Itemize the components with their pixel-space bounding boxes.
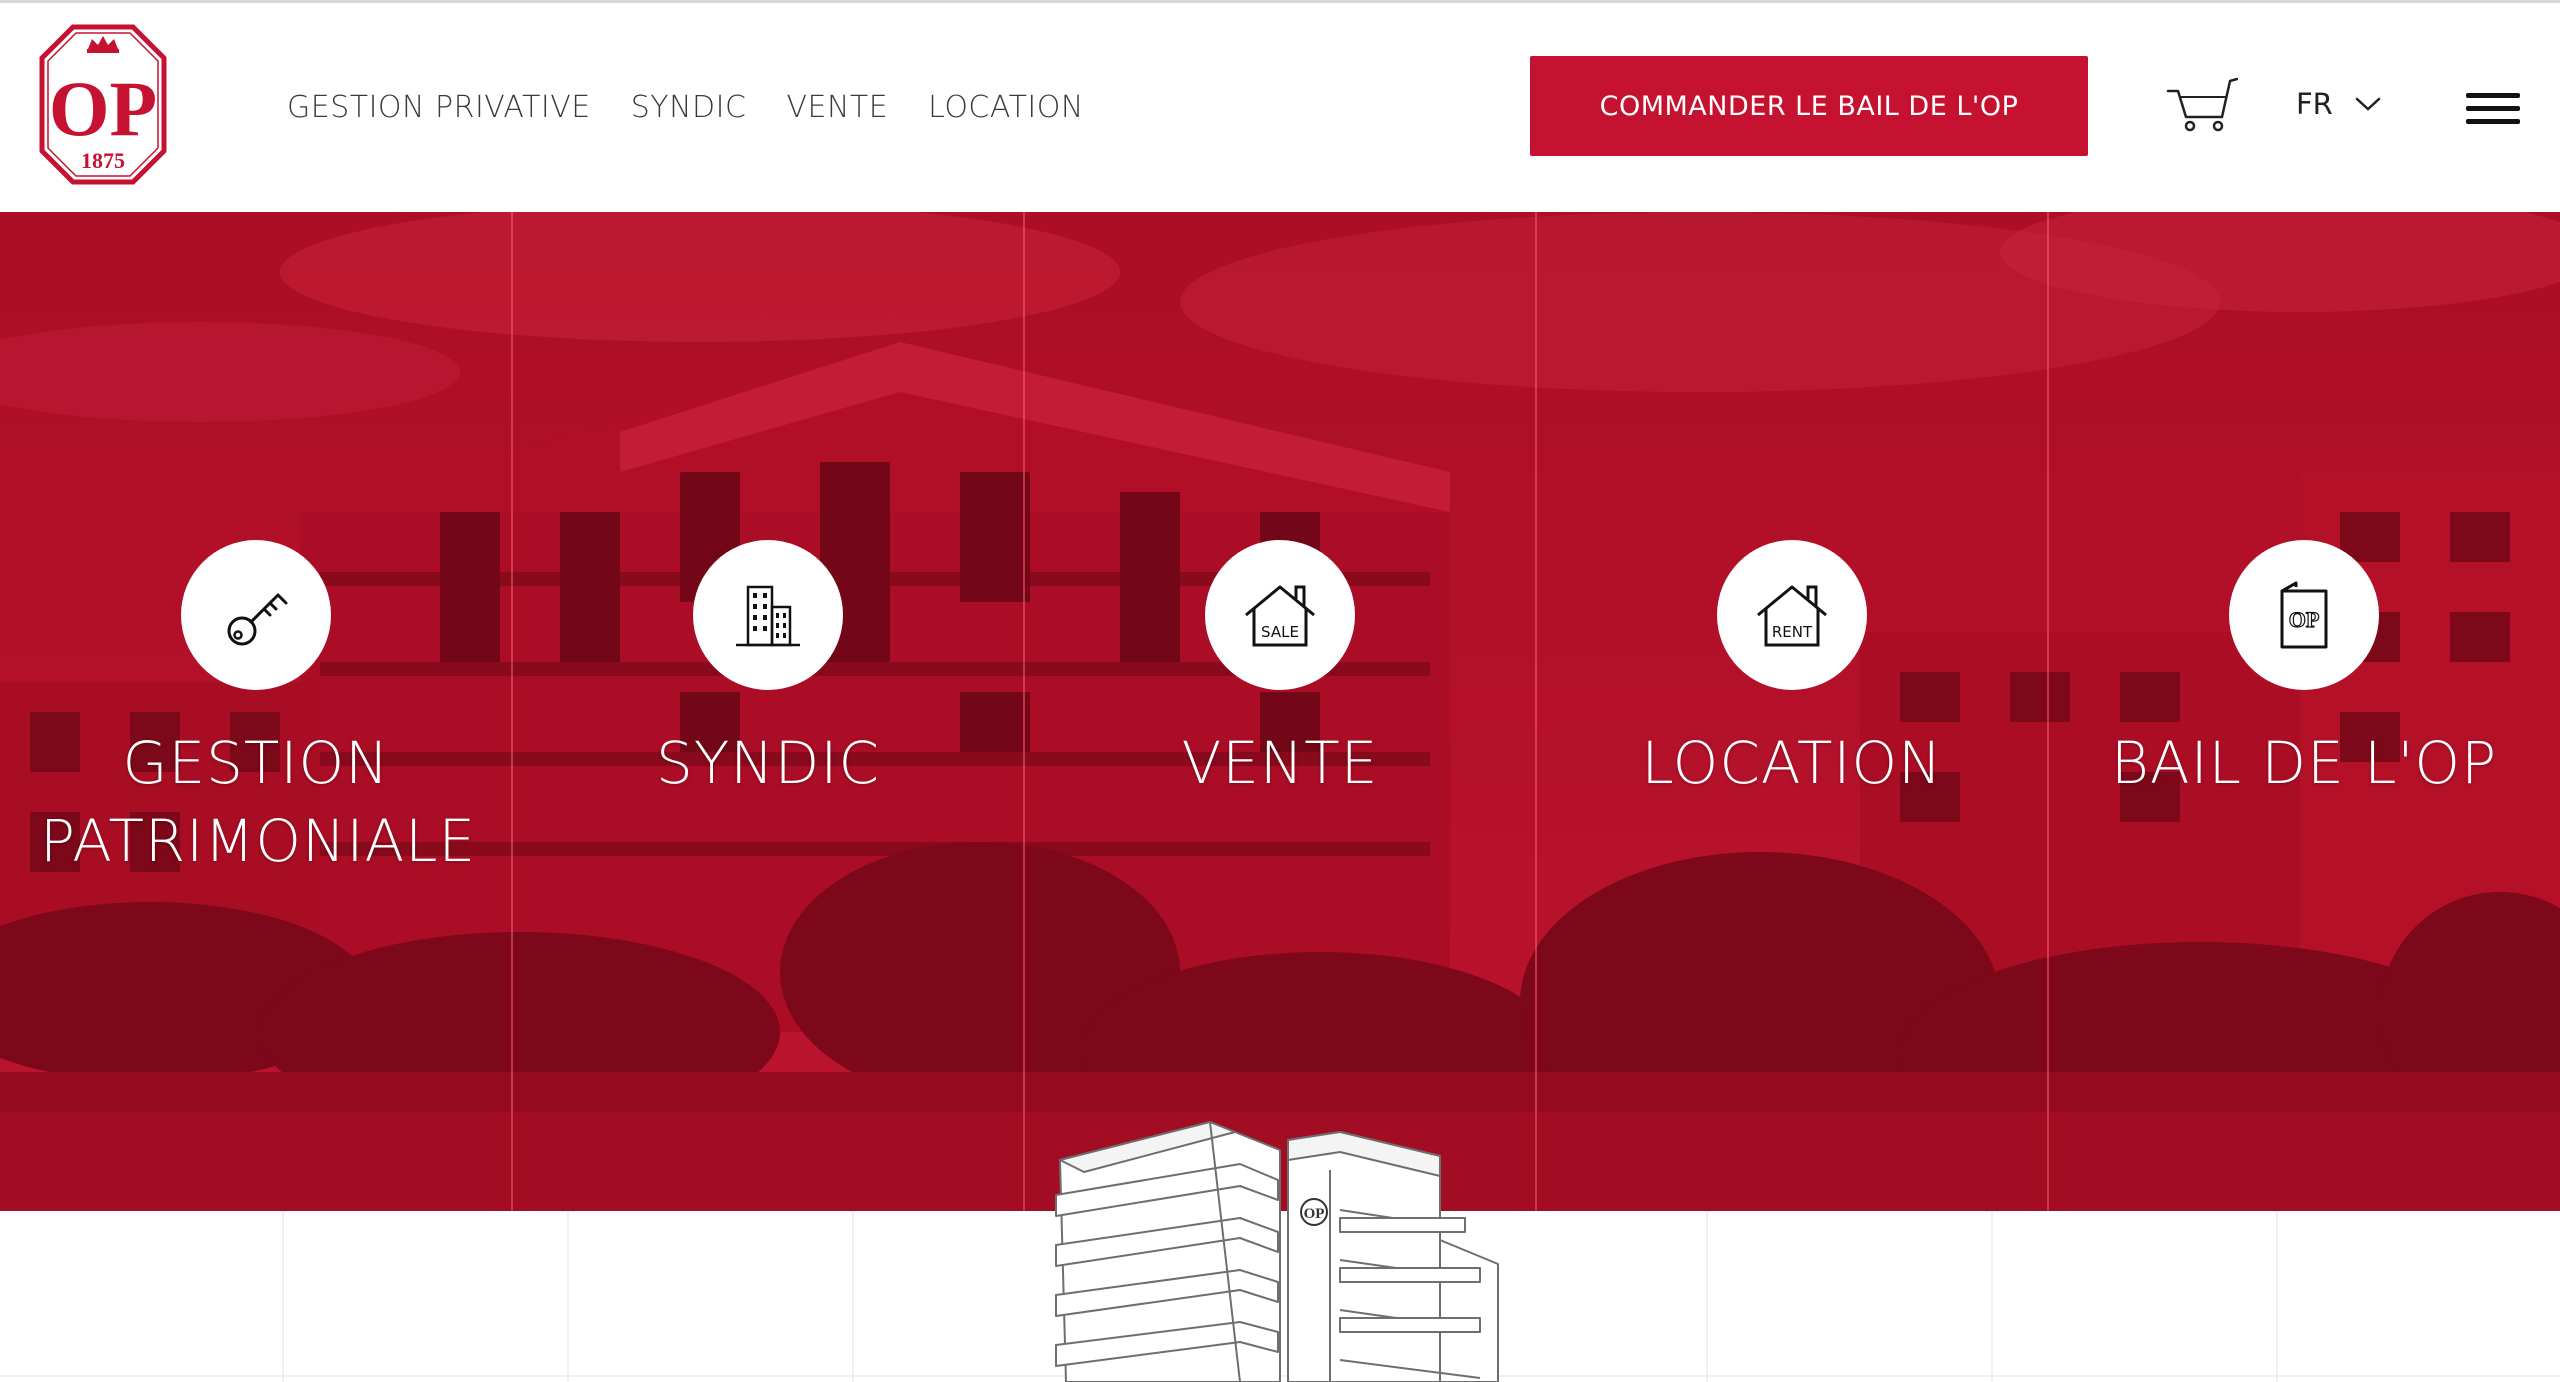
cart-icon[interactable] (2166, 71, 2239, 133)
language-current: FR (2296, 87, 2333, 121)
building-icon (736, 585, 800, 647)
svg-text:RENT: RENT (1772, 623, 1813, 641)
tile-icon-circle: SALE (1205, 540, 1355, 690)
svg-text:1875: 1875 (81, 148, 125, 173)
tile-label: SYNDIC (656, 729, 880, 797)
nav-gestion-privative[interactable]: GESTION PRIVATIVE (287, 90, 591, 125)
op-logo[interactable]: OP 1875 (38, 23, 168, 186)
tile-label: LOCATION (1641, 729, 1943, 797)
tile-label: VENTE (1181, 729, 1379, 797)
tile-label: BAIL DE L'OP (2110, 729, 2498, 797)
language-selector[interactable]: FR (2296, 87, 2381, 121)
house-sale-icon: SALE (1245, 585, 1315, 647)
order-lease-button[interactable]: COMMANDER LE BAIL DE L'OP (1530, 56, 2088, 156)
tile-label: GESTION PATRIMONIALE (40, 729, 477, 875)
svg-text:SALE: SALE (1261, 623, 1299, 641)
nav-location[interactable]: LOCATION (928, 90, 1084, 125)
tile-icon-circle: RENT (1717, 540, 1867, 690)
service-tile-location[interactable]: RENT LOCATION (1536, 212, 2048, 1211)
building-illustration: OP (1040, 1110, 1510, 1382)
op-logo-emblem: OP 1875 (39, 24, 167, 185)
service-tile-vente[interactable]: SALE VENTE (1024, 212, 1536, 1211)
op-building-drawing: OP (1055, 1121, 1499, 1382)
service-tile-bail-de-lop[interactable]: OP BAIL DE L'OP (2048, 212, 2560, 1211)
nav-vente[interactable]: VENTE (786, 90, 888, 125)
hamburger-icon[interactable] (2466, 93, 2520, 125)
svg-text:OP: OP (1304, 1206, 1325, 1222)
key-icon (227, 593, 288, 646)
site-header: OP 1875 GESTION PRIVATIVE SYNDIC VENTE L… (0, 3, 2560, 212)
main-nav: GESTION PRIVATIVE SYNDIC VENTE LOCATION (287, 3, 1084, 212)
tile-icon-circle: OP (2229, 540, 2379, 690)
lease-document-icon: OP (2280, 581, 2328, 649)
house-rent-icon: RENT (1757, 585, 1827, 647)
hero-services: GESTION PATRIMONIALE SYNDIC SALE VENTE R… (0, 212, 2560, 1211)
tile-icon-circle (693, 540, 843, 690)
svg-text:OP: OP (49, 65, 157, 152)
svg-text:OP: OP (2289, 607, 2320, 632)
nav-syndic[interactable]: SYNDIC (631, 90, 747, 125)
chevron-down-icon (2355, 97, 2381, 111)
service-tile-gestion-patrimoniale[interactable]: GESTION PATRIMONIALE (0, 212, 512, 1211)
tile-icon-circle (181, 540, 331, 690)
service-tile-syndic[interactable]: SYNDIC (512, 212, 1024, 1211)
